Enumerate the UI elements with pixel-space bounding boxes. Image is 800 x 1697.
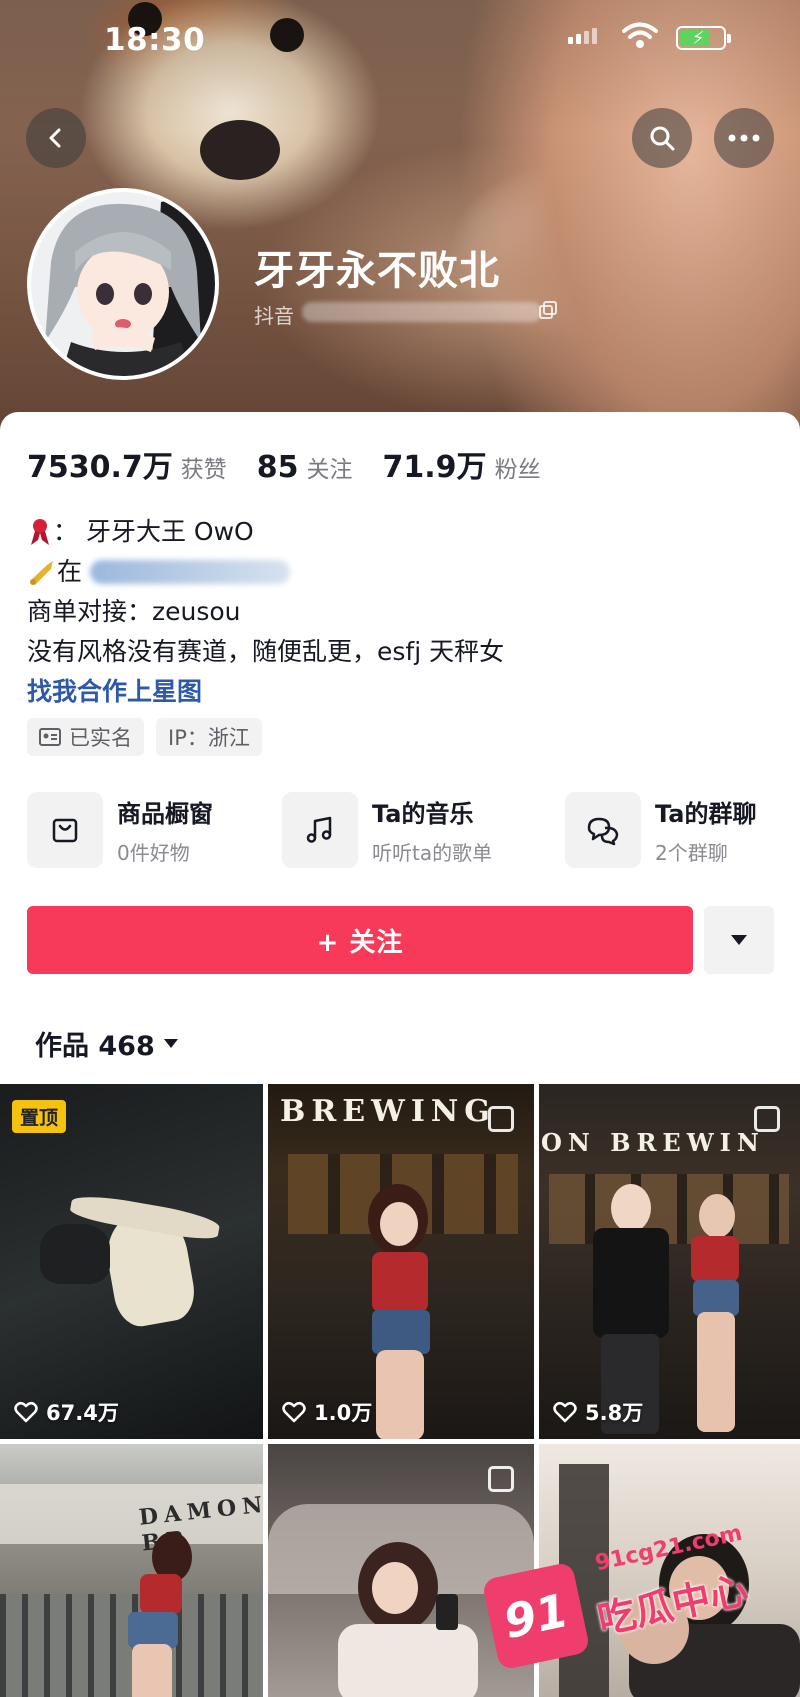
- likes-count: 7530.7万: [27, 450, 173, 485]
- video-thumbnail[interactable]: DAMON BR: [0, 1444, 263, 1697]
- battery-icon: ⚡: [676, 26, 731, 50]
- music-sub: 听听ta的歌单: [372, 841, 493, 865]
- profile-cover: 18:30 ⚡ 牙牙永不败北 抖音: [0, 0, 800, 440]
- heart-icon: [553, 1402, 577, 1423]
- group-chat-sub: 2个群聊: [655, 841, 728, 865]
- following-label[interactable]: 关注: [307, 450, 353, 484]
- verified-label: 已实名: [69, 726, 132, 750]
- watermark-badge: 91: [481, 1561, 591, 1671]
- multi-image-icon: [754, 1106, 780, 1132]
- verified-tag: 已实名: [27, 718, 144, 756]
- likes-label: 获赞: [180, 457, 227, 483]
- back-button[interactable]: [26, 108, 86, 168]
- multi-image-icon: [488, 1466, 514, 1492]
- wifi-icon: [622, 22, 658, 48]
- signal-icon: [568, 28, 597, 44]
- search-icon: [650, 126, 675, 151]
- ip-location-label: IP：浙江: [168, 726, 250, 750]
- video-thumbnail[interactable]: BREWING 1.0万: [268, 1084, 534, 1439]
- bio-line-1: ： 牙牙大王 OwO: [53, 517, 254, 546]
- ip-location-tag: IP：浙江: [156, 718, 262, 756]
- group-chat-entry[interactable]: Ta的群聊 2个群聊: [565, 792, 756, 868]
- music-entry[interactable]: Ta的音乐 听听ta的歌单: [282, 792, 492, 868]
- status-bar: 18:30 ⚡: [0, 0, 800, 80]
- douyin-id-label: 抖音: [254, 304, 294, 328]
- video-likes: 1.0万: [282, 1397, 372, 1427]
- following-count[interactable]: 85: [257, 450, 299, 485]
- video-likes: 67.4万: [14, 1397, 119, 1427]
- shopping-bag-icon: [52, 818, 78, 843]
- video-likes: 5.8万: [553, 1397, 643, 1427]
- site-watermark: 91 91cg21.com 吃瓜中心: [481, 1521, 752, 1690]
- trumpet-icon: [30, 561, 53, 585]
- heart-icon: [282, 1402, 306, 1423]
- chat-bubbles-icon: [587, 817, 619, 846]
- followers-label[interactable]: 粉丝: [495, 450, 541, 484]
- video-thumbnail[interactable]: ON BREWIN 5.8万: [539, 1084, 800, 1439]
- id-card-icon: [39, 728, 61, 746]
- copy-icon[interactable]: [538, 300, 558, 320]
- status-time: 18:30: [104, 22, 206, 58]
- pinned-badge: 置顶: [12, 1100, 67, 1133]
- profile-card: 7530.7万 获赞 85 关注 71.9万 粉丝 ： 牙牙大王 OwO 在 商…: [0, 412, 800, 1697]
- douyin-id-blurred: [302, 302, 542, 322]
- search-button[interactable]: [632, 108, 692, 168]
- caret-down-icon: [731, 935, 747, 945]
- bio-line-4: 没有风格没有赛道，随便乱更，esfj 天秤女: [27, 637, 505, 666]
- profile-tags: 已实名 IP：浙江: [27, 718, 262, 756]
- works-tab[interactable]: 作品 468: [35, 1024, 179, 1063]
- bio-mention-blurred[interactable]: [90, 560, 291, 584]
- shop-window-entry[interactable]: 商品橱窗 0件好物: [27, 792, 213, 868]
- multi-image-icon: [488, 1106, 514, 1132]
- bio: ： 牙牙大王 OwO 在 商单对接：zeusou 没有风格没有赛道，随便乱更，e…: [27, 512, 504, 712]
- feature-entries: 商品橱窗 0件好物 Ta的音乐 听听ta的歌单 Ta的群聊 2个群聊: [27, 792, 777, 872]
- follow-button[interactable]: + 关注: [27, 906, 693, 974]
- bio-line-2: 在: [57, 557, 83, 586]
- followers-count[interactable]: 71.9万: [383, 442, 487, 486]
- avatar[interactable]: [27, 188, 219, 380]
- caret-down-icon: [163, 1039, 178, 1048]
- group-chat-title: Ta的群聊: [655, 800, 757, 828]
- music-note-icon: [306, 816, 332, 843]
- profile-name: 牙牙永不败北: [254, 248, 500, 294]
- sign-text: BREWING: [280, 1094, 496, 1129]
- bio-line-3: 商单对接：zeusou: [27, 597, 241, 626]
- heart-icon: [14, 1402, 38, 1423]
- avatar-image: [31, 192, 215, 376]
- video-thumbnail[interactable]: 置顶 67.4万: [0, 1084, 263, 1439]
- xingtu-cooperation-link[interactable]: 找我合作上星图: [27, 672, 202, 712]
- shop-window-title: 商品橱窗: [117, 800, 213, 828]
- follow-dropdown-button[interactable]: [704, 906, 774, 974]
- shop-window-sub: 0件好物: [117, 841, 190, 865]
- works-tab-label: 作品 468: [35, 1031, 155, 1062]
- ribbon-icon: [31, 519, 49, 545]
- chevron-left-icon: [49, 128, 61, 148]
- more-options-button[interactable]: [714, 108, 774, 168]
- music-title: Ta的音乐: [372, 800, 474, 828]
- profile-stats: 7530.7万 获赞 85 关注 71.9万 粉丝: [27, 442, 571, 486]
- more-horizontal-icon: [728, 134, 760, 142]
- sign-text: ON BREWIN: [541, 1128, 765, 1157]
